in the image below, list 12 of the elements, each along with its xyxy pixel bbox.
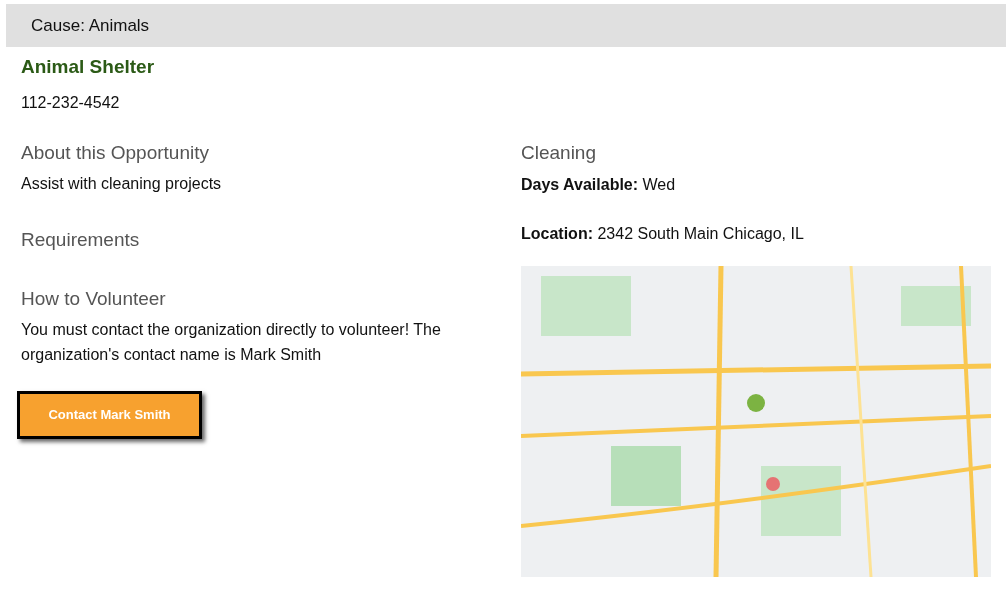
- section-text: Assist with cleaning projects: [21, 174, 223, 194]
- organization-name: Animal Shelter: [21, 55, 156, 79]
- contact-button[interactable]: Contact Mark Smith: [17, 391, 202, 439]
- section-heading: Requirements: [21, 228, 141, 252]
- section-heading: How to Volunteer: [21, 286, 167, 311]
- section-text: You must contact the organization directly to volunteer! The organization's contact name is Mark Smith: [21, 320, 442, 365]
- section-heading: Cleaning: [521, 140, 597, 165]
- cause-label: Cause: Animals: [31, 14, 150, 37]
- phone-number: 112-232-4542: [21, 92, 121, 113]
- days-available-text: Days Available: Wed: [521, 175, 677, 195]
- section-heading: About this Opportunity: [21, 140, 210, 165]
- location-text: Location: 2342 South Main Chicago, IL: [521, 224, 805, 244]
